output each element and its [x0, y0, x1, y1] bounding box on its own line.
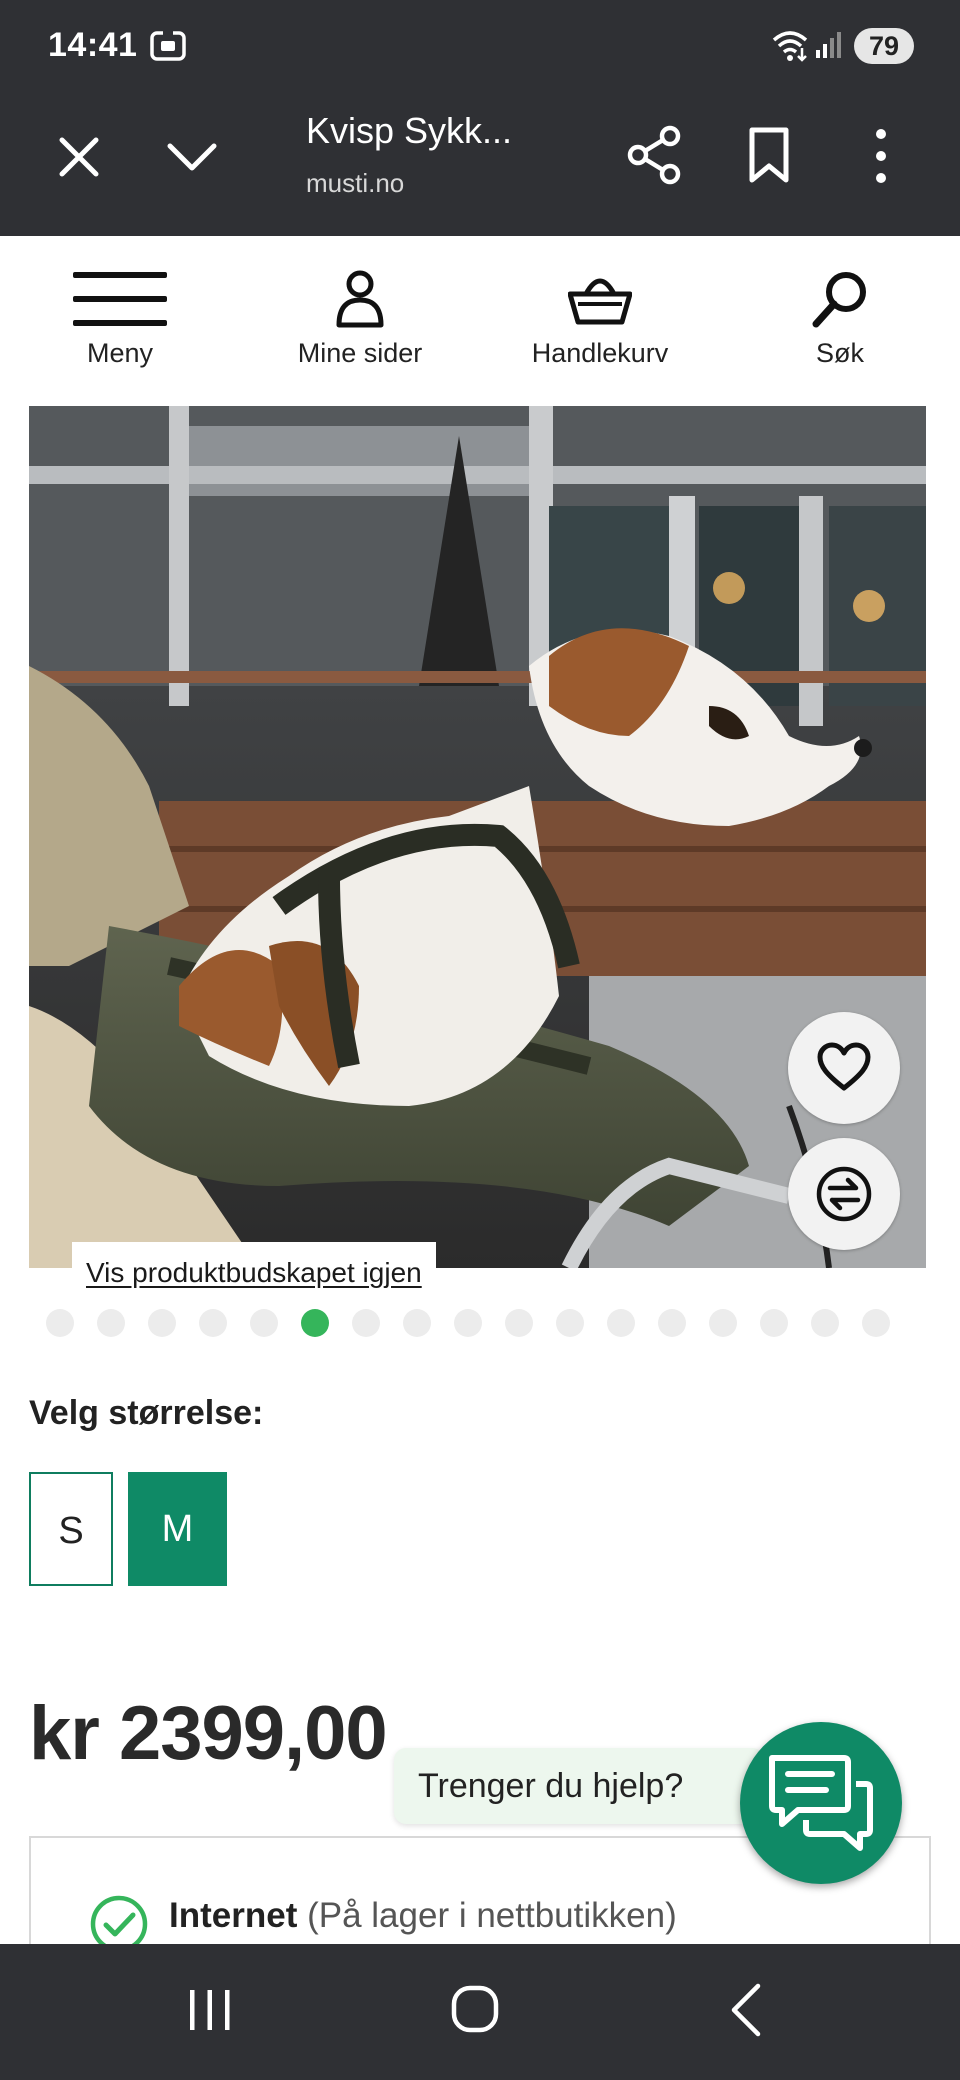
tab-url[interactable]: musti.no — [306, 168, 404, 199]
user-icon — [336, 270, 384, 328]
site-nav: Meny Mine sider Handlekurv Søk — [0, 236, 960, 406]
carousel-dot[interactable] — [658, 1309, 686, 1337]
basket-icon — [568, 278, 632, 325]
stock-channel: Internet — [169, 1896, 298, 1935]
recents-icon[interactable] — [186, 1986, 234, 2034]
browser-toolbar: Kvisp Sykk... musti.no — [0, 90, 960, 236]
stock-label: Internet (På lager i nettbutikken) — [169, 1896, 677, 1936]
chat-icon — [769, 1755, 873, 1851]
product-price: kr 2399,00 — [29, 1691, 388, 1776]
system-nav-bar — [0, 1944, 960, 2080]
back-icon[interactable] — [728, 1982, 764, 2038]
nav-menu[interactable]: Meny — [20, 236, 220, 406]
wifi-icon — [772, 31, 808, 62]
size-option-s[interactable]: S — [29, 1472, 113, 1586]
chevron-down-icon[interactable] — [164, 132, 220, 182]
carousel-dot[interactable] — [607, 1309, 635, 1337]
wishlist-button[interactable] — [788, 1012, 900, 1124]
chat-button[interactable] — [740, 1722, 902, 1884]
carousel-dot[interactable] — [862, 1309, 890, 1337]
carousel-dot[interactable] — [811, 1309, 839, 1337]
stock-detail: (På lager i nettbutikken) — [307, 1896, 677, 1935]
screenshot-icon — [150, 29, 186, 61]
bookmark-icon[interactable] — [744, 126, 794, 184]
carousel-dot[interactable] — [250, 1309, 278, 1337]
nav-account-label: Mine sider — [297, 338, 423, 368]
heart-icon — [817, 1042, 871, 1091]
swap-icon — [816, 1166, 872, 1222]
carousel-dot[interactable] — [760, 1309, 788, 1337]
close-icon[interactable] — [54, 132, 104, 182]
share-icon[interactable] — [626, 124, 684, 186]
carousel-dot[interactable] — [199, 1309, 227, 1337]
nav-search-label: Søk — [815, 338, 864, 368]
page: 14:41 79 Kvisp Sykk... musti.no Meny Min… — [0, 0, 960, 2080]
carousel-dot[interactable] — [505, 1309, 533, 1337]
size-heading: Velg størrelse: — [29, 1394, 264, 1432]
product-photo — [29, 406, 926, 1268]
status-time: 14:41 — [48, 26, 138, 64]
compare-button[interactable] — [788, 1138, 900, 1250]
nav-cart-label: Handlekurv — [531, 338, 669, 368]
battery-level: 79 — [854, 28, 914, 64]
carousel-dot-active[interactable] — [301, 1309, 329, 1337]
carousel-dot[interactable] — [46, 1309, 74, 1337]
menu-icon — [73, 272, 167, 326]
signal-icon — [816, 32, 841, 58]
nav-menu-label: Meny — [86, 338, 154, 368]
home-icon[interactable] — [450, 1982, 500, 2036]
nav-cart[interactable]: Handlekurv — [500, 236, 700, 406]
carousel-dot[interactable] — [97, 1309, 125, 1337]
help-prompt[interactable]: Trenger du hjelp? — [394, 1748, 764, 1824]
carousel-dot[interactable] — [709, 1309, 737, 1337]
carousel-dot[interactable] — [556, 1309, 584, 1337]
nav-search[interactable]: Søk — [740, 236, 940, 406]
product-image[interactable] — [29, 406, 926, 1268]
more-vert-icon[interactable] — [866, 126, 896, 186]
nav-account[interactable]: Mine sider — [260, 236, 460, 406]
carousel-dot[interactable] — [454, 1309, 482, 1337]
carousel-dot[interactable] — [148, 1309, 176, 1337]
size-option-m[interactable]: M — [128, 1472, 227, 1586]
tab-title[interactable]: Kvisp Sykk... — [306, 110, 512, 152]
search-icon — [812, 272, 866, 328]
show-product-message-link[interactable]: Vis produktbudskapet igjen — [72, 1242, 436, 1302]
carousel-dot[interactable] — [352, 1309, 380, 1337]
carousel-dot[interactable] — [403, 1309, 431, 1337]
status-bar: 14:41 79 — [0, 0, 960, 90]
